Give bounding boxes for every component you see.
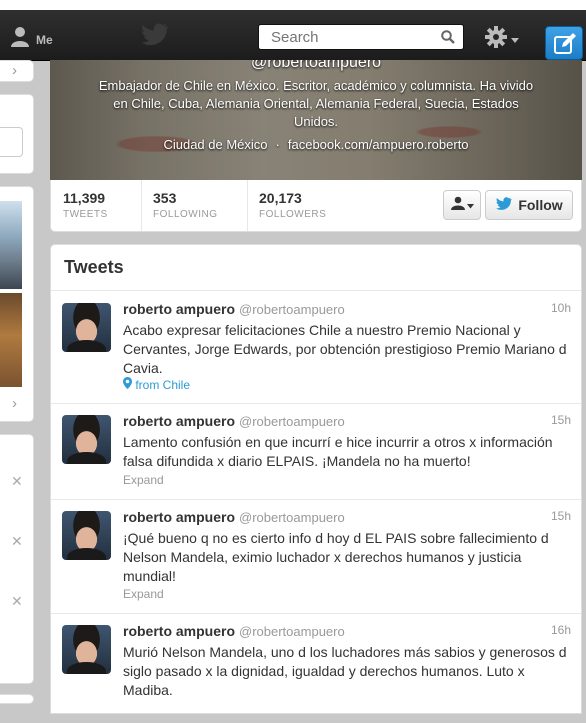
chevron-right-icon[interactable]: › — [12, 395, 17, 412]
nav-me-label: Me — [36, 32, 53, 47]
tweet-author-handle[interactable]: @robertoampuero — [239, 414, 345, 429]
tweet-author-name[interactable]: roberto ampuero — [123, 413, 235, 429]
nav-me-link[interactable]: Me — [10, 26, 53, 53]
tweet-expand-link[interactable]: Expand — [123, 473, 164, 487]
browser-top-strip — [0, 0, 586, 10]
tweets-heading: Tweets — [64, 257, 124, 277]
stat-tweets[interactable]: 11,399 TWEETS — [63, 190, 108, 220]
tweet-timestamp[interactable]: 15h — [551, 509, 571, 523]
stat-followers-value: 20,173 — [259, 190, 302, 206]
close-icon[interactable]: ✕ — [11, 533, 23, 550]
user-actions-button[interactable] — [443, 190, 481, 220]
tweet-author-handle[interactable]: @robertoampuero — [239, 302, 345, 317]
settings-menu[interactable] — [484, 25, 519, 54]
tweet-item[interactable]: roberto ampuero @robertoampuero 15h ¡Qué … — [51, 499, 581, 614]
tweet-text: Lamento confusión en que incurrí e hice … — [123, 434, 553, 469]
tweet-timestamp[interactable]: 10h — [551, 301, 571, 315]
tweet-author-name[interactable]: roberto ampuero — [123, 509, 235, 525]
search-box[interactable] — [258, 24, 464, 50]
tweet-author-handle[interactable]: @robertoampuero — [239, 624, 345, 639]
avatar[interactable] — [62, 415, 111, 464]
person-icon — [450, 196, 465, 215]
left-search-card — [0, 94, 34, 174]
compose-tweet-button[interactable] — [545, 26, 583, 60]
left-suggestions-card: ✕ ✕ ✕ — [0, 434, 34, 684]
tweet-text: ¡Qué bueno q no es cierto info d hoy d E… — [123, 530, 549, 584]
media-thumbnail[interactable] — [0, 201, 22, 289]
twitter-bird-icon — [495, 196, 512, 214]
follow-button[interactable]: Follow — [485, 190, 573, 220]
gear-icon — [484, 25, 508, 54]
chevron-down-icon — [466, 196, 474, 214]
close-icon[interactable]: ✕ — [11, 593, 23, 610]
profile-location-line: Ciudad de México · facebook.com/ampuero.ro… — [50, 137, 582, 152]
avatar[interactable] — [62, 511, 111, 560]
stat-following-label: FOLLOWING — [153, 209, 218, 220]
stat-tweets-label: TWEETS — [63, 209, 108, 220]
separator: · — [275, 137, 280, 152]
tweet-author-name[interactable]: roberto ampuero — [123, 623, 235, 639]
stat-followers-label: FOLLOWERS — [259, 209, 327, 220]
tweet-item[interactable]: roberto ampuero @robertoampuero 15h Lamen… — [51, 403, 581, 500]
tweet-place-label: from Chile — [135, 378, 191, 392]
tweet-place[interactable]: from Chile — [123, 377, 190, 392]
media-thumbnail[interactable] — [0, 293, 22, 387]
tweet-author-name[interactable]: roberto ampuero — [123, 301, 235, 317]
left-media-card: › — [0, 186, 34, 422]
tweet-text: Murió Nelson Mandela, uno d los luchador… — [123, 644, 567, 698]
top-nav-bar: Me — [0, 10, 586, 61]
stat-following[interactable]: 353 FOLLOWING — [153, 190, 218, 220]
tweet-timestamp[interactable]: 16h — [551, 623, 571, 637]
twitter-bird-icon[interactable] — [140, 23, 168, 52]
profile-website-link[interactable]: facebook.com/ampuero.roberto — [288, 137, 469, 152]
search-icon[interactable] — [441, 30, 455, 49]
tweet-author-handle[interactable]: @robertoampuero — [239, 510, 345, 525]
stat-following-value: 353 — [153, 190, 177, 206]
profile-stats-bar: 11,399 TWEETS 353 FOLLOWING 20,173 FOLLO… — [50, 180, 582, 232]
profile-location: Ciudad de México — [163, 137, 268, 152]
chevron-right-icon[interactable]: › — [12, 62, 17, 79]
tweets-timeline: Tweets roberto ampuero @robertoampuero 10… — [50, 244, 582, 714]
close-icon[interactable]: ✕ — [11, 473, 23, 490]
profile-header-banner: @robertoampuero Embajador de Chile en Mé… — [50, 60, 582, 180]
location-pin-icon — [123, 377, 135, 392]
follow-button-label: Follow — [518, 197, 563, 213]
avatar[interactable] — [62, 625, 111, 674]
profile-bio: Embajador de Chile en México. Escritor, … — [98, 78, 534, 129]
tweet-item[interactable]: roberto ampuero @robertoampuero 10h Acabo… — [51, 291, 581, 404]
stat-followers[interactable]: 20,173 FOLLOWERS — [259, 190, 326, 220]
search-input[interactable] — [269, 28, 443, 47]
chevron-down-icon — [511, 31, 519, 49]
tweet-text: Acabo expresar felicitaciones Chile a nu… — [123, 322, 567, 376]
left-dashboard-card — [0, 694, 34, 704]
tweet-expand-link[interactable]: Expand — [123, 587, 164, 601]
avatar[interactable] — [62, 303, 111, 352]
left-input-field[interactable] — [0, 127, 23, 157]
profile-handle: @robertoampuero — [250, 60, 382, 71]
stat-tweets-value: 11,399 — [63, 190, 106, 206]
tweet-timestamp[interactable]: 15h — [551, 413, 571, 427]
left-dashboard-card: › — [0, 60, 34, 82]
person-icon — [10, 26, 30, 53]
tweet-item[interactable]: roberto ampuero @robertoampuero 16h Murió… — [51, 613, 581, 723]
